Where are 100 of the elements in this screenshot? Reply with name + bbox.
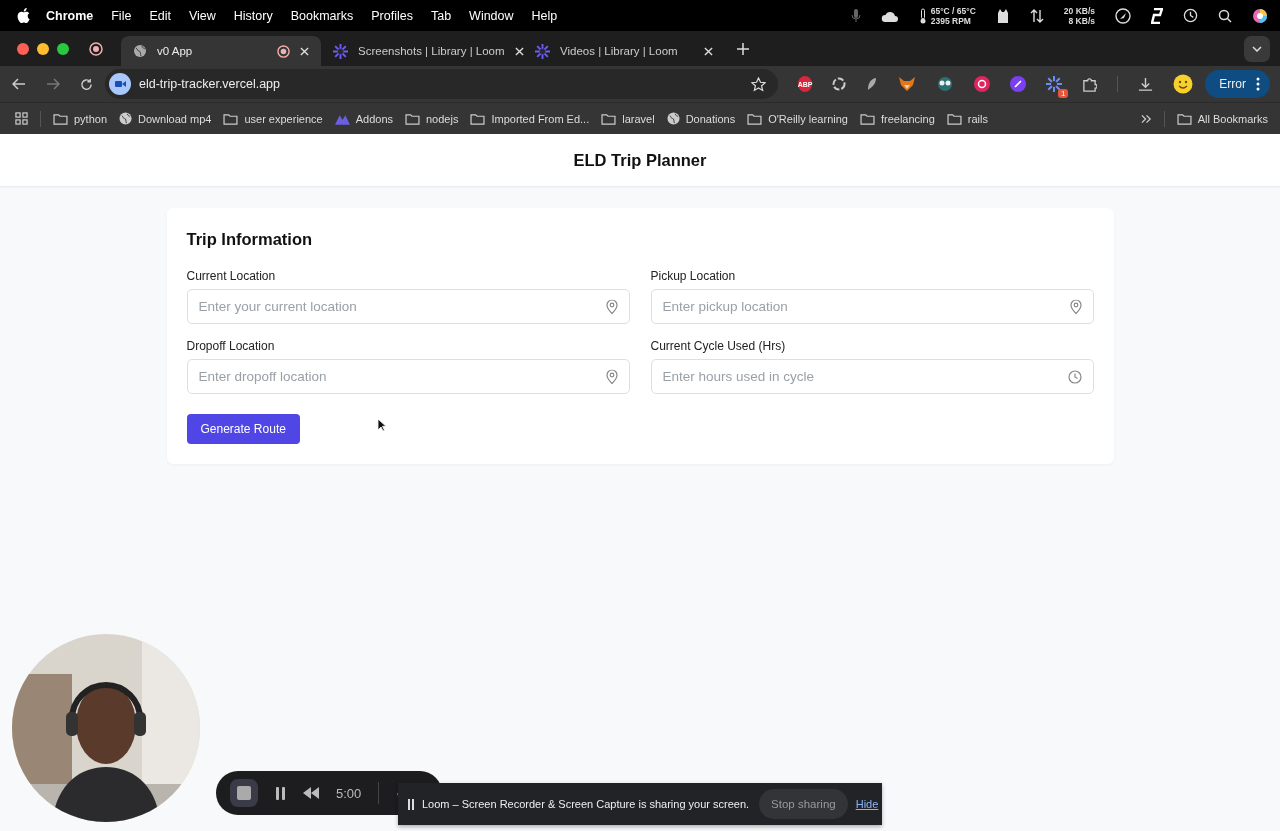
generate-route-button[interactable]: Generate Route [186, 414, 300, 444]
bookmark-item[interactable]: Download mp4 [119, 112, 212, 125]
folder-icon [1176, 112, 1192, 125]
reload-icon[interactable] [80, 77, 93, 91]
page-title: ELD Trip Planner [573, 150, 707, 170]
hide-link[interactable]: Hide [855, 798, 879, 810]
thermometer-icon[interactable] [918, 7, 927, 24]
search-icon[interactable] [1218, 8, 1232, 23]
smiley-icon[interactable] [1173, 74, 1194, 94]
fox-icon[interactable] [898, 76, 917, 92]
field-label: Dropoff Location [186, 339, 276, 353]
menu-item[interactable]: Help [531, 8, 558, 23]
map-pin-icon [1069, 299, 1082, 314]
glasses-icon[interactable] [936, 76, 955, 92]
menu-item[interactable]: Tab [430, 8, 452, 23]
temperature-reading: 65°C / 65°C [930, 5, 976, 16]
new-tab-icon[interactable] [737, 42, 749, 55]
app-menu[interactable]: Chrome [46, 8, 94, 23]
bookmark-item[interactable]: Donations [666, 112, 736, 125]
more-icon [1256, 77, 1260, 91]
apple-icon[interactable] [17, 8, 30, 23]
folder-icon [601, 112, 617, 125]
apps-grid-icon[interactable] [15, 112, 28, 125]
stop-recording-button[interactable] [230, 779, 258, 807]
browser-tab[interactable]: Screenshots | Library | Loom [321, 36, 523, 66]
menu-item[interactable]: Profiles [371, 8, 413, 23]
maximize-window-button[interactable] [57, 42, 69, 55]
starburst-icon[interactable] [1046, 76, 1063, 92]
input-field[interactable]: Enter your current location [186, 289, 630, 324]
bookmark-item[interactable]: rails [946, 112, 988, 125]
history-icon[interactable] [1183, 8, 1198, 23]
chevron-down-icon [1252, 45, 1262, 52]
field-label: Current Cycle Used (Hrs) [650, 339, 787, 353]
download-speed: 8 KB/s [1068, 15, 1095, 26]
starburst-icon [333, 43, 348, 59]
clock-icon [1067, 369, 1082, 384]
bookmark-item[interactable]: All Bookmarks [1176, 112, 1268, 125]
forward-icon[interactable] [46, 78, 60, 90]
mouse-cursor-icon [377, 418, 386, 432]
bookmark-item[interactable]: user experience [223, 112, 323, 125]
bookmark-item[interactable]: python [53, 112, 108, 125]
star-icon[interactable] [750, 76, 766, 92]
menu-item[interactable]: History [233, 8, 273, 23]
notification-badge: 1 [1058, 89, 1069, 98]
input-field[interactable]: Enter dropoff location [186, 359, 630, 394]
puzzle-icon[interactable] [1082, 76, 1098, 92]
folder-icon [223, 112, 239, 125]
ring-logo-icon[interactable] [974, 76, 991, 92]
color-wheel-icon[interactable] [1252, 7, 1268, 24]
sharing-message: Loom – Screen Recorder & Screen Capture is sharing your screen. [422, 798, 750, 810]
close-icon[interactable] [300, 46, 309, 56]
map-pin-icon [605, 299, 618, 314]
close-icon[interactable] [514, 46, 524, 56]
input-field[interactable]: Enter pickup location [650, 289, 1094, 324]
camera-icon [109, 73, 131, 95]
starburst-icon [535, 43, 550, 59]
wand-icon[interactable] [1010, 76, 1027, 92]
rewind-icon[interactable] [303, 787, 319, 799]
pause-icon[interactable] [275, 786, 286, 800]
menu-item[interactable]: Edit [149, 8, 171, 23]
folder-icon [470, 112, 486, 125]
menu-item[interactable]: File [111, 8, 132, 23]
feather-icon[interactable] [866, 77, 879, 91]
download-icon[interactable] [1138, 76, 1154, 92]
bookmark-item[interactable]: laravel [601, 112, 655, 125]
tab-search-button[interactable] [1244, 35, 1270, 62]
folder-icon [53, 112, 68, 125]
up-down-arrows-icon[interactable] [1029, 8, 1044, 23]
bookmark-item[interactable]: Addons [334, 112, 393, 125]
menu-item[interactable]: View [188, 8, 216, 23]
folder-icon [405, 112, 420, 125]
field-label: Current Location [186, 269, 277, 283]
bookmark-item[interactable]: freelancing [859, 112, 935, 125]
browser-tab[interactable]: v0 App [121, 36, 321, 66]
input-field[interactable]: Enter hours used in cycle [650, 359, 1094, 394]
more-bookmarks-icon[interactable] [1140, 113, 1152, 124]
folder-icon [859, 112, 875, 125]
minimize-window-button[interactable] [37, 42, 49, 55]
globe-icon [666, 112, 680, 125]
folder-icon [747, 112, 763, 125]
close-window-button[interactable] [17, 42, 29, 55]
bookmark-item[interactable]: O'Reilly learning [747, 112, 848, 125]
bookmark-item[interactable]: nodejs [405, 112, 459, 125]
menu-item[interactable]: Bookmarks [290, 8, 354, 23]
browser-tab[interactable]: Videos | Library | Loom [523, 36, 725, 66]
back-icon[interactable] [12, 78, 26, 90]
address-bar[interactable]: eld-trip-tracker.vercel.app [105, 69, 778, 99]
bookmark-item[interactable]: Imported From Ed... [470, 112, 590, 125]
field-label: Pickup Location [650, 269, 737, 283]
globe-icon [133, 44, 147, 58]
microphone-icon[interactable] [850, 8, 861, 23]
ring-icon[interactable] [832, 77, 847, 91]
globe-icon [119, 112, 133, 125]
menu-item[interactable]: Window [469, 8, 514, 23]
stop-sharing-button[interactable]: Stop sharing [759, 789, 848, 819]
record-icon[interactable] [89, 41, 103, 56]
profile-error-button[interactable]: Error [1205, 70, 1270, 98]
close-icon[interactable] [704, 46, 713, 56]
card-title: Trip Information [186, 230, 314, 249]
upload-speed: 20 KB/s [1063, 5, 1095, 16]
